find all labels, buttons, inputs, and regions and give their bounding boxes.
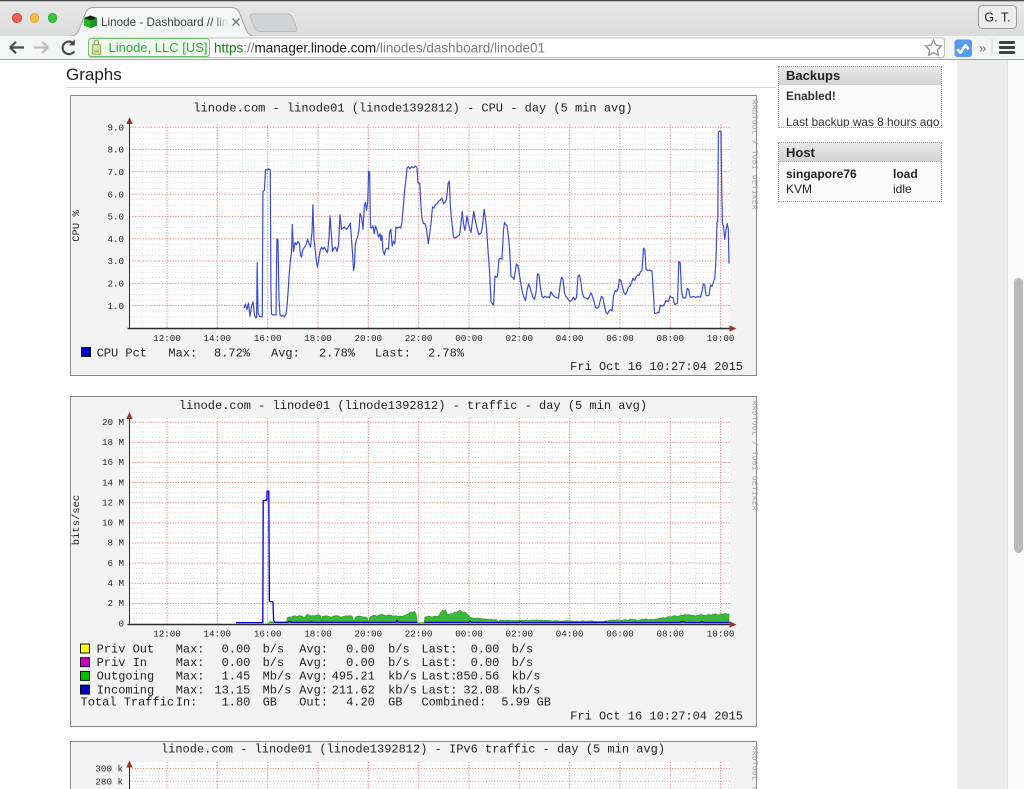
svg-text:RRDTOOL / TOBI OETIKER: RRDTOOL / TOBI OETIKER: [750, 746, 758, 789]
svg-text:linode.com - linode01 (linode1: linode.com - linode01 (linode1392812) - …: [161, 743, 665, 757]
svg-text:280 k: 280 k: [95, 776, 123, 787]
svg-text:300 k: 300 k: [95, 764, 123, 775]
